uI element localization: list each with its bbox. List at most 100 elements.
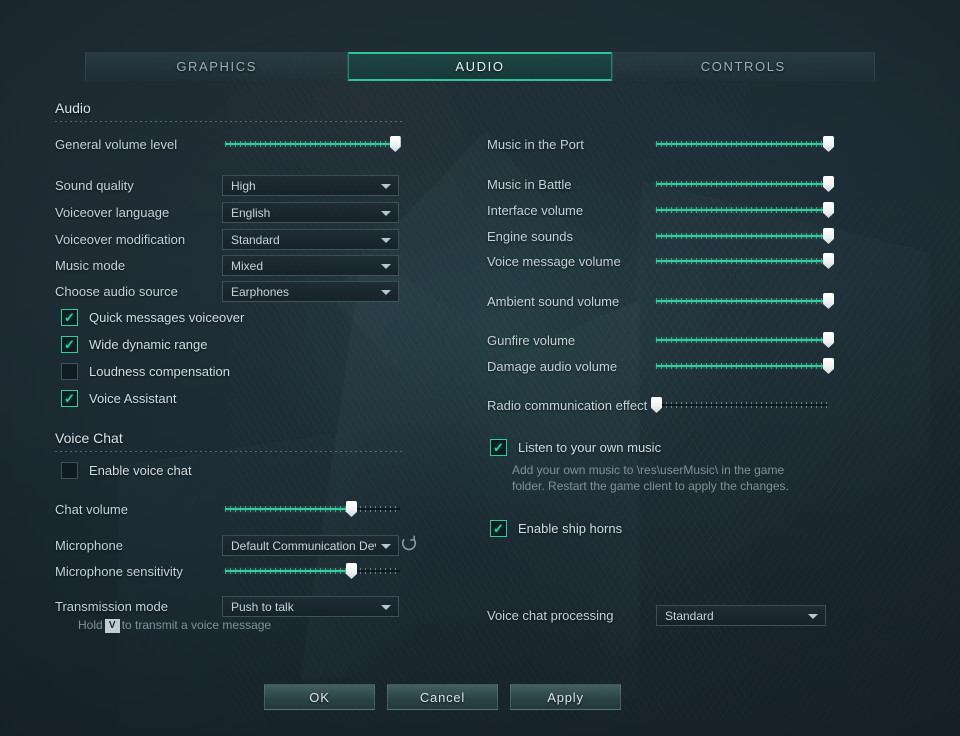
voice-chat-processing-value: Standard bbox=[665, 608, 714, 623]
checkbox-loudness-compensation[interactable]: Loudness compensation bbox=[61, 363, 230, 380]
voiceover-modification-value: Standard bbox=[231, 232, 280, 247]
checkbox-label: Listen to your own music bbox=[518, 440, 662, 455]
interface-volume-label: Interface volume bbox=[487, 202, 584, 218]
chat-volume-row: Chat volume bbox=[55, 500, 400, 518]
music-in-battle-row: Music in Battle bbox=[487, 175, 834, 193]
chat-volume-slider[interactable] bbox=[225, 500, 400, 518]
checkbox-label: Loudness compensation bbox=[89, 364, 230, 379]
audio-source-row: Choose audio source Earphones bbox=[55, 281, 399, 302]
checkbox-label: Quick messages voiceover bbox=[89, 310, 245, 325]
own-music-hint: Add your own music to \res\userMusic\ in… bbox=[512, 463, 789, 493]
push-to-talk-hint: Hold Vto transmit a voice message bbox=[78, 617, 271, 633]
cancel-button[interactable]: Cancel bbox=[387, 684, 498, 710]
gunfire-volume-row: Gunfire volume bbox=[487, 331, 834, 349]
microphone-dropdown[interactable]: Default Communication Device bbox=[222, 535, 399, 556]
sound-quality-dropdown[interactable]: High bbox=[222, 175, 399, 196]
music-in-battle-label: Music in Battle bbox=[487, 176, 572, 192]
checkbox-quick-messages-voiceover[interactable]: Quick messages voiceover bbox=[61, 309, 244, 326]
audio-source-value: Earphones bbox=[231, 284, 290, 299]
tab-controls[interactable]: CONTROLS bbox=[611, 52, 875, 81]
ok-button[interactable]: OK bbox=[264, 684, 375, 710]
voice-message-volume-row: Voice message volume bbox=[487, 252, 834, 270]
radio-communication-effect-label: Radio communication effect bbox=[487, 397, 648, 413]
apply-button[interactable]: Apply bbox=[510, 684, 621, 710]
audio-source-label: Choose audio source bbox=[55, 284, 178, 299]
voiceover-language-value: English bbox=[231, 205, 271, 220]
checkbox-label: Wide dynamic range bbox=[89, 337, 208, 352]
transmission-mode-label: Transmission mode bbox=[55, 599, 168, 614]
microphone-value: Default Communication Device bbox=[231, 538, 376, 553]
microphone-sensitivity-label: Microphone sensitivity bbox=[55, 563, 183, 579]
chevron-down-icon bbox=[381, 289, 391, 295]
chevron-down-icon bbox=[381, 237, 391, 243]
ambient-sound-volume-label: Ambient sound volume bbox=[487, 293, 620, 309]
voiceover-modification-label: Voiceover modification bbox=[55, 232, 186, 247]
checkbox-voice-assistant[interactable]: Voice Assistant bbox=[61, 390, 176, 407]
audio-section-title: Audio bbox=[55, 100, 91, 116]
voice-chat-section-title: Voice Chat bbox=[55, 430, 123, 446]
microphone-sensitivity-slider[interactable] bbox=[225, 562, 400, 580]
damage-audio-volume-row: Damage audio volume bbox=[487, 357, 834, 375]
voice-chat-section-divider bbox=[55, 451, 405, 452]
tab-audio[interactable]: AUDIO bbox=[348, 52, 612, 81]
music-mode-dropdown[interactable]: Mixed bbox=[222, 255, 399, 276]
checkbox-enable-ship-horns[interactable]: Enable ship horns bbox=[490, 520, 622, 537]
check-icon bbox=[490, 520, 507, 537]
engine-sounds-slider[interactable] bbox=[656, 227, 834, 245]
checkbox-label: Enable voice chat bbox=[89, 463, 192, 478]
check-icon bbox=[490, 439, 507, 456]
check-icon bbox=[61, 309, 78, 326]
voiceover-modification-dropdown[interactable]: Standard bbox=[222, 229, 399, 250]
interface-volume-row: Interface volume bbox=[487, 201, 834, 219]
general-volume-row: General volume level bbox=[55, 135, 401, 153]
voice-chat-processing-dropdown[interactable]: Standard bbox=[656, 605, 826, 626]
tab-graphics[interactable]: GRAPHICS bbox=[85, 52, 349, 81]
engine-sounds-label: Engine sounds bbox=[487, 228, 574, 244]
ambient-sound-volume-row: Ambient sound volume bbox=[487, 292, 834, 310]
check-icon bbox=[61, 336, 78, 353]
refresh-icon[interactable] bbox=[400, 534, 418, 552]
radio-communication-effect-slider[interactable] bbox=[651, 396, 828, 414]
chat-volume-label: Chat volume bbox=[55, 501, 128, 517]
damage-audio-volume-label: Damage audio volume bbox=[487, 358, 618, 374]
audio-source-dropdown[interactable]: Earphones bbox=[222, 281, 399, 302]
checkbox-enable-voice-chat[interactable]: Enable voice chat bbox=[61, 462, 192, 479]
keycap-v: V bbox=[104, 619, 120, 633]
check-icon bbox=[61, 363, 78, 380]
music-in-port-row: Music in the Port bbox=[487, 135, 834, 153]
transmission-mode-value: Push to talk bbox=[231, 599, 294, 614]
damage-audio-volume-slider[interactable] bbox=[656, 357, 834, 375]
interface-volume-slider[interactable] bbox=[656, 201, 834, 219]
transmission-mode-dropdown[interactable]: Push to talk bbox=[222, 596, 399, 617]
check-icon bbox=[61, 390, 78, 407]
hint-prefix: Hold bbox=[78, 618, 103, 632]
music-in-battle-slider[interactable] bbox=[656, 175, 834, 193]
checkbox-listen-own-music[interactable]: Listen to your own music bbox=[490, 439, 661, 456]
hint-suffix: to transmit a voice message bbox=[121, 618, 272, 632]
dialog-buttons: OK Cancel Apply bbox=[264, 684, 621, 710]
check-icon bbox=[61, 462, 78, 479]
engine-sounds-row: Engine sounds bbox=[487, 227, 834, 245]
checkbox-label: Enable ship horns bbox=[518, 521, 623, 536]
voiceover-language-dropdown[interactable]: English bbox=[222, 202, 399, 223]
voice-chat-processing-row: Voice chat processing Standard bbox=[487, 605, 826, 626]
voice-chat-processing-label: Voice chat processing bbox=[487, 608, 614, 623]
general-volume-slider[interactable] bbox=[225, 135, 401, 153]
checkbox-wide-dynamic-range[interactable]: Wide dynamic range bbox=[61, 336, 208, 353]
left-column: Audio bbox=[55, 100, 405, 128]
sound-quality-row: Sound quality High bbox=[55, 175, 399, 196]
voice-chat-section: Voice Chat bbox=[55, 430, 405, 458]
general-volume-label: General volume level bbox=[55, 136, 178, 152]
music-in-port-slider[interactable] bbox=[656, 135, 834, 153]
ambient-sound-volume-slider[interactable] bbox=[656, 292, 834, 310]
chevron-down-icon bbox=[381, 210, 391, 216]
gunfire-volume-label: Gunfire volume bbox=[487, 332, 576, 348]
gunfire-volume-slider[interactable] bbox=[656, 331, 834, 349]
sound-quality-value: High bbox=[231, 178, 256, 193]
voice-message-volume-slider[interactable] bbox=[656, 252, 834, 270]
microphone-sensitivity-row: Microphone sensitivity bbox=[55, 562, 400, 580]
music-in-port-label: Music in the Port bbox=[487, 136, 584, 152]
voiceover-language-row: Voiceover language English bbox=[55, 202, 399, 223]
settings-tabs: GRAPHICS AUDIO CONTROLS bbox=[85, 52, 875, 81]
music-mode-label: Music mode bbox=[55, 258, 126, 273]
